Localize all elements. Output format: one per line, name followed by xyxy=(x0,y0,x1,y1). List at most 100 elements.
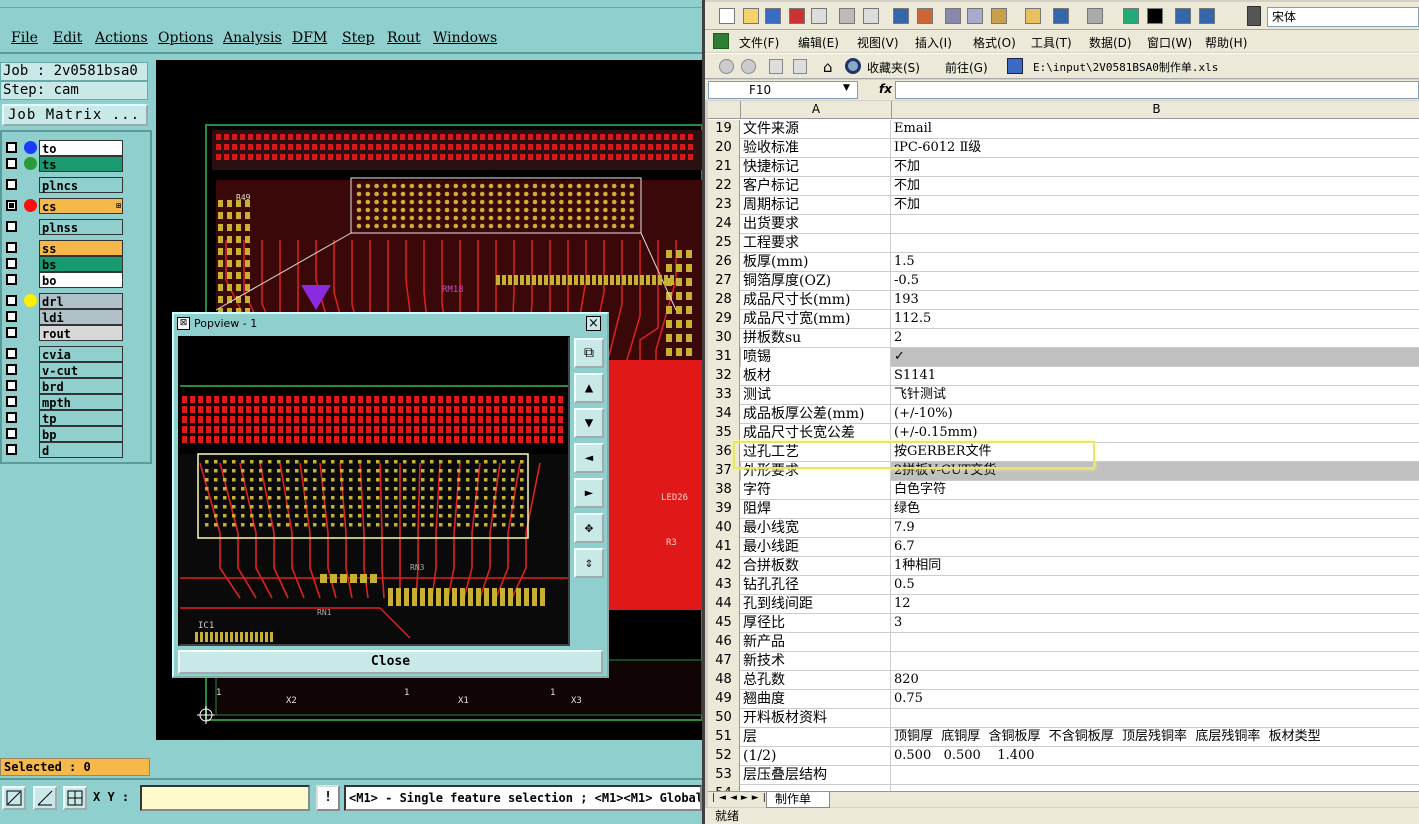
layer-checkbox[interactable] xyxy=(6,327,17,338)
cell-b[interactable]: 顶铜厚 底铜厚 含铜板厚 不含铜板厚 顶层残铜率 底层残铜率 板材类型 xyxy=(892,728,1419,747)
print-preview-icon[interactable] xyxy=(863,8,879,24)
cell-b[interactable] xyxy=(892,633,1419,652)
xy-coordinate-input[interactable] xyxy=(140,785,310,811)
cell-b[interactable]: 12 xyxy=(892,595,1419,614)
sheet-tab[interactable]: 制作单 xyxy=(766,792,830,808)
cell-a[interactable]: 成品尺寸宽(mm) xyxy=(741,310,891,329)
cell-b[interactable]: 白色字符 xyxy=(892,481,1419,500)
cell-a[interactable]: 阻焊 xyxy=(741,500,891,519)
layer-row-bs[interactable]: bs xyxy=(4,256,124,272)
refresh-icon[interactable] xyxy=(793,59,807,74)
cell-b[interactable]: 3 xyxy=(892,614,1419,633)
cell-a[interactable]: 孔到线间距 xyxy=(741,595,891,614)
cell-a[interactable]: 成品板厚公差(mm) xyxy=(741,405,891,424)
sort-descending-icon[interactable] xyxy=(1199,8,1215,24)
sheet-nav-arrows-icon[interactable]: |◄◄►►| xyxy=(712,793,770,803)
layer-row-ts[interactable]: ts xyxy=(4,156,124,172)
layer-checkbox[interactable] xyxy=(6,380,17,391)
spelling-icon[interactable] xyxy=(893,8,909,24)
row-header[interactable]: 52 xyxy=(708,747,740,766)
cell-a[interactable]: 新技术 xyxy=(741,652,891,671)
select-all-corner[interactable] xyxy=(708,101,741,119)
pan-down-icon[interactable]: ▼ xyxy=(574,408,604,438)
stop-icon[interactable] xyxy=(769,59,783,74)
cell-b[interactable]: Email xyxy=(892,120,1419,139)
cell-a[interactable]: 文件来源 xyxy=(741,120,891,139)
pan-right-icon[interactable]: ► xyxy=(574,478,604,508)
layer-row-bo[interactable]: bo xyxy=(4,272,124,288)
cell-a[interactable]: 工程要求 xyxy=(741,234,891,253)
row-header[interactable]: 28 xyxy=(708,291,740,310)
cell-a[interactable]: 开料板材资料 xyxy=(741,709,891,728)
menu-dfm[interactable]: DFM xyxy=(292,30,327,46)
menu-windows[interactable]: Windows xyxy=(433,30,497,46)
cell-a[interactable]: 验收标准 xyxy=(741,139,891,158)
copy-icon[interactable] xyxy=(967,8,983,24)
layer-row-ss[interactable]: ss xyxy=(4,240,124,256)
job-matrix-button[interactable]: Job Matrix ... xyxy=(2,104,148,126)
popview-canvas[interactable]: RN1 RN3 IC1 xyxy=(178,336,570,646)
pan-left-icon[interactable]: ◄ xyxy=(574,443,604,473)
row-header[interactable]: 39 xyxy=(708,500,740,519)
layer-checkbox[interactable] xyxy=(6,242,17,253)
layer-checkbox[interactable] xyxy=(6,364,17,375)
layer-row-cs[interactable]: cs ⊞ xyxy=(4,198,124,214)
cell-a[interactable]: 厚径比 xyxy=(741,614,891,633)
cell-a[interactable]: 快捷标记 xyxy=(741,158,891,177)
row-header[interactable]: 49 xyxy=(708,690,740,709)
cell-b[interactable]: 2 xyxy=(892,329,1419,348)
xl-menu-data[interactable]: 数据(D) xyxy=(1089,34,1132,51)
row-header[interactable]: 31 xyxy=(708,348,740,367)
xl-menu-file[interactable]: 文件(F) xyxy=(739,34,779,51)
toolbar-options-icon[interactable] xyxy=(1247,6,1261,26)
zoom-fit-icon[interactable]: ⇕ xyxy=(574,548,604,578)
layer-row-rout[interactable]: rout xyxy=(4,325,124,341)
menu-edit[interactable]: Edit xyxy=(53,30,82,46)
row-header[interactable]: 38 xyxy=(708,481,740,500)
name-box[interactable]: F10 xyxy=(708,81,858,99)
popview-close-x-button[interactable]: × xyxy=(586,316,601,331)
layer-row-bp[interactable]: bp xyxy=(4,426,124,442)
cell-b[interactable]: 820 xyxy=(892,671,1419,690)
popview-close-button[interactable]: Close xyxy=(178,650,603,674)
cell-a[interactable]: 总孔数 xyxy=(741,671,891,690)
row-header[interactable]: 26 xyxy=(708,253,740,272)
row-header[interactable]: 34 xyxy=(708,405,740,424)
layer-checkbox[interactable] xyxy=(6,200,17,211)
cell-a[interactable]: 周期标记 xyxy=(741,196,891,215)
layer-checkbox[interactable] xyxy=(6,412,17,423)
show-web-toolbar-icon[interactable] xyxy=(1007,58,1023,74)
layer-row-brd[interactable]: brd xyxy=(4,378,124,394)
cell-b[interactable]: 1.5 xyxy=(892,253,1419,272)
row-header[interactable]: 33 xyxy=(708,386,740,405)
excel-doc-icon[interactable] xyxy=(713,33,729,49)
cell-b[interactable] xyxy=(892,652,1419,671)
layer-row-drl[interactable]: drl xyxy=(4,293,124,309)
cell-a[interactable]: 字符 xyxy=(741,481,891,500)
cell-a[interactable]: 层压叠层结构 xyxy=(741,766,891,785)
cell-a[interactable]: 合拼板数 xyxy=(741,557,891,576)
autosum-icon[interactable] xyxy=(1147,8,1163,24)
pan-up-icon[interactable]: ▲ xyxy=(574,373,604,403)
cell-b[interactable]: 不加 xyxy=(892,196,1419,215)
cell-a[interactable]: 最小线距 xyxy=(741,538,891,557)
paste-icon[interactable] xyxy=(991,8,1007,24)
cell-a[interactable]: (1/2) xyxy=(741,747,891,766)
layer-row-d[interactable]: d xyxy=(4,442,124,458)
menu-file[interactable]: File xyxy=(11,30,38,46)
cell-b[interactable] xyxy=(892,709,1419,728)
row-header[interactable]: 30 xyxy=(708,329,740,348)
cell-b[interactable]: S1141 xyxy=(892,367,1419,386)
cell-b[interactable]: 不加 xyxy=(892,177,1419,196)
font-name-select[interactable]: 宋体 xyxy=(1267,7,1419,27)
cut-icon[interactable] xyxy=(945,8,961,24)
layer-checkbox[interactable] xyxy=(6,311,17,322)
alert-button[interactable]: ! xyxy=(316,785,340,811)
namebox-dropdown-icon[interactable]: ▼ xyxy=(843,83,850,93)
cell-a[interactable]: 出货要求 xyxy=(741,215,891,234)
layer-row-plncs[interactable]: plncs xyxy=(4,177,124,193)
row-header[interactable]: 32 xyxy=(708,367,740,386)
cell-a[interactable]: 翘曲度 xyxy=(741,690,891,709)
column-header-a[interactable]: A xyxy=(741,101,892,119)
row-header[interactable]: 45 xyxy=(708,614,740,633)
